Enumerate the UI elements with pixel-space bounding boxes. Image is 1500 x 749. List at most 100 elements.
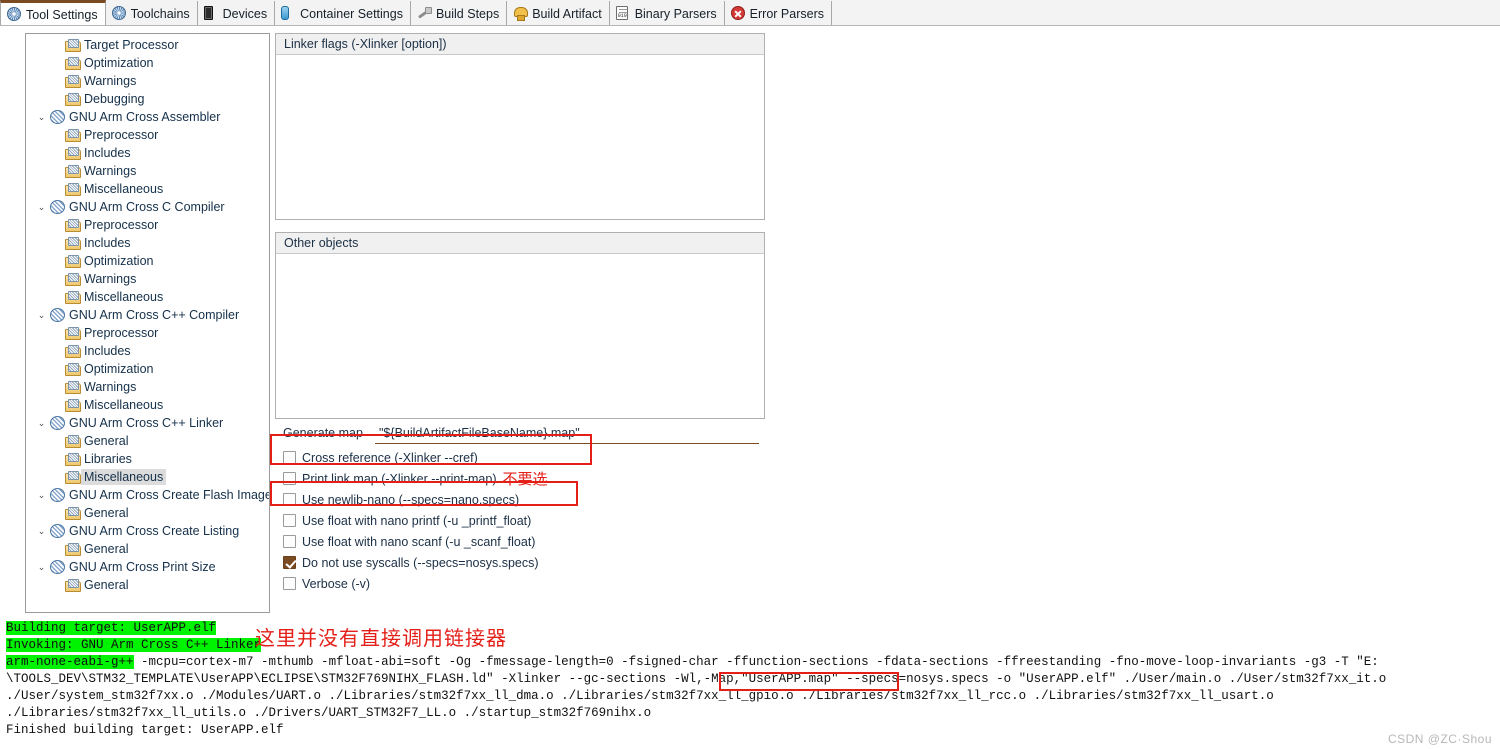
tree-item-includes[interactable]: Includes [26,234,269,252]
chevron-down-icon[interactable]: ⌄ [34,526,49,537]
tree-item-gnu-arm-cross-c-compiler[interactable]: ⌄ GNU Arm Cross C Compiler [26,198,269,216]
checkbox-unchecked-icon[interactable] [283,472,296,485]
tab-toolchains[interactable]: Toolchains [105,1,198,26]
generate-map-label: Generate map [283,426,363,440]
console-line-2: Invoking: GNU Arm Cross C++ Linker [6,637,1500,654]
tree-item-general[interactable]: General [26,540,269,558]
tab-error-parsers[interactable]: Error Parsers [724,1,832,26]
tab-label: Error Parsers [749,6,824,21]
tree-item-label: GNU Arm Cross Create Listing [69,524,240,538]
chevron-down-icon[interactable]: ⌄ [34,310,49,321]
build-console[interactable]: Building target: UserAPP.elf Invoking: G… [0,620,1500,749]
folder-icon [64,39,81,52]
tree-item-miscellaneous[interactable]: Miscellaneous [26,180,269,198]
tree-item-miscellaneous[interactable]: Miscellaneous [26,468,269,486]
console-annotation-note: 这里并没有直接调用链接器 [255,626,507,650]
tree-item-label: GNU Arm Cross Create Flash Image [69,488,270,502]
folder-icon [64,129,81,142]
chevron-down-icon[interactable]: ⌄ [34,112,49,123]
console-line-1: Building target: UserAPP.elf [6,620,1500,637]
tree-item-gnu-arm-cross-c-linker[interactable]: ⌄ GNU Arm Cross C++ Linker [26,414,269,432]
linker-flags-list[interactable] [275,55,765,220]
tree-item-label: GNU Arm Cross Print Size [69,560,216,574]
tab-label: Binary Parsers [634,6,717,21]
folder-icon [64,381,81,394]
tree-item-label: General [84,506,129,520]
tree-item-includes[interactable]: Includes [26,342,269,360]
checkbox-row-verbose-v-[interactable]: Verbose (-v) [275,573,765,594]
console-line-3: arm-none-eabi-g++ -mcpu=cortex-m7 -mthum… [6,654,1500,671]
tree-item-label: Preprocessor [84,326,159,340]
tree-item-general[interactable]: General [26,504,269,522]
generate-map-input[interactable] [375,422,759,444]
gear-icon [7,7,22,22]
tree-item-preprocessor[interactable]: Preprocessor [26,216,269,234]
tree-item-preprocessor[interactable]: Preprocessor [26,126,269,144]
tree-item-optimization[interactable]: Optimization [26,54,269,72]
tab-container-settings[interactable]: Container Settings [275,1,411,26]
tree-item-gnu-arm-cross-create-listing[interactable]: ⌄ GNU Arm Cross Create Listing [26,522,269,540]
chevron-down-icon[interactable]: ⌄ [34,202,49,213]
tree-item-label: Preprocessor [84,218,159,232]
tab-label: Container Settings [300,6,403,21]
chevron-down-icon[interactable]: ⌄ [34,562,49,573]
tree-item-preprocessor[interactable]: Preprocessor [26,324,269,342]
checkbox-row-print-link-map-xlinker-print-map-[interactable]: Print link map (-Xlinker --print-map) 不要选 [275,468,765,489]
tab-label: Toolchains [130,6,190,21]
checkbox-row-use-float-with-nano-scanf-u-scanf-float-[interactable]: Use float with nano scanf (-u _scanf_flo… [275,531,765,552]
device-chip-icon [203,6,219,21]
tree-item-label: Warnings [84,74,137,88]
tree-item-gnu-arm-cross-c-compiler[interactable]: ⌄ GNU Arm Cross C++ Compiler [26,306,269,324]
tree-item-libraries[interactable]: Libraries [26,450,269,468]
tree-item-miscellaneous[interactable]: Miscellaneous [26,288,269,306]
tree-item-miscellaneous[interactable]: Miscellaneous [26,396,269,414]
chevron-down-icon[interactable]: ⌄ [34,418,49,429]
checkbox-row-do-not-use-syscalls-specs-nosys-specs-[interactable]: Do not use syscalls (--specs=nosys.specs… [275,552,765,573]
tab-tool-settings[interactable]: Tool Settings [0,0,106,26]
tab-build-steps[interactable]: Build Steps [410,1,508,26]
tree-item-warnings[interactable]: Warnings [26,378,269,396]
tree-item-optimization[interactable]: Optimization [26,360,269,378]
checkbox-row-use-newlib-nano-specs-nano-specs-[interactable]: Use newlib-nano (--specs=nano.specs) [275,489,765,510]
chevron-down-icon[interactable]: ⌄ [34,490,49,501]
checkbox-unchecked-icon[interactable] [283,451,296,464]
checkbox-row-use-float-with-nano-printf-u-printf-floa[interactable]: Use float with nano printf (-u _printf_f… [275,510,765,531]
tree-item-warnings[interactable]: Warnings [26,162,269,180]
tree-item-label: Includes [84,146,131,160]
tree-item-label: GNU Arm Cross C++ Compiler [69,308,240,322]
console-line-4: \TOOLS_DEV\STM32_TEMPLATE\UserAPP\ECLIPS… [6,671,1500,688]
tree-item-label: General [84,542,129,556]
checkbox-unchecked-icon[interactable] [283,514,296,527]
tree-item-warnings[interactable]: Warnings [26,72,269,90]
checkbox-unchecked-icon[interactable] [283,535,296,548]
checkbox-checked-icon[interactable] [283,556,296,569]
tree-item-optimization[interactable]: Optimization [26,252,269,270]
binary-parser-icon [615,6,631,21]
tree-item-gnu-arm-cross-print-size[interactable]: ⌄ GNU Arm Cross Print Size [26,558,269,576]
tree-item-gnu-arm-cross-assembler[interactable]: ⌄ GNU Arm Cross Assembler [26,108,269,126]
tree-item-label: Miscellaneous [84,182,164,196]
checkbox-unchecked-icon[interactable] [283,577,296,590]
tree-item-general[interactable]: General [26,432,269,450]
checkbox-unchecked-icon[interactable] [283,493,296,506]
globe-icon [49,416,66,430]
tree-item-label: GNU Arm Cross C Compiler [69,200,225,214]
tree-item-gnu-arm-cross-create-flash-image[interactable]: ⌄ GNU Arm Cross Create Flash Image [26,486,269,504]
gear-icon [111,6,127,21]
folder-icon [64,327,81,340]
folder-icon [64,471,81,484]
tab-build-artifact[interactable]: Build Artifact [507,1,610,26]
tree-item-debugging[interactable]: Debugging [26,90,269,108]
tree-item-general[interactable]: General [26,576,269,594]
settings-tree: Target Processor Optimization Warnings Debu… [26,34,269,594]
tree-item-label: Optimization [84,254,154,268]
folder-icon [64,579,81,592]
tab-devices[interactable]: Devices [197,1,276,26]
checkbox-row-cross-reference-xlinker-cref-[interactable]: Cross reference (-Xlinker --cref) [275,447,765,468]
tree-item-includes[interactable]: Includes [26,144,269,162]
tree-item-warnings[interactable]: Warnings [26,270,269,288]
tab-binary-parsers[interactable]: Binary Parsers [609,1,725,26]
other-objects-list[interactable] [275,254,765,419]
tree-item-target-processor[interactable]: Target Processor [26,36,269,54]
settings-tree-panel[interactable]: Target Processor Optimization Warnings Debu… [25,33,270,613]
